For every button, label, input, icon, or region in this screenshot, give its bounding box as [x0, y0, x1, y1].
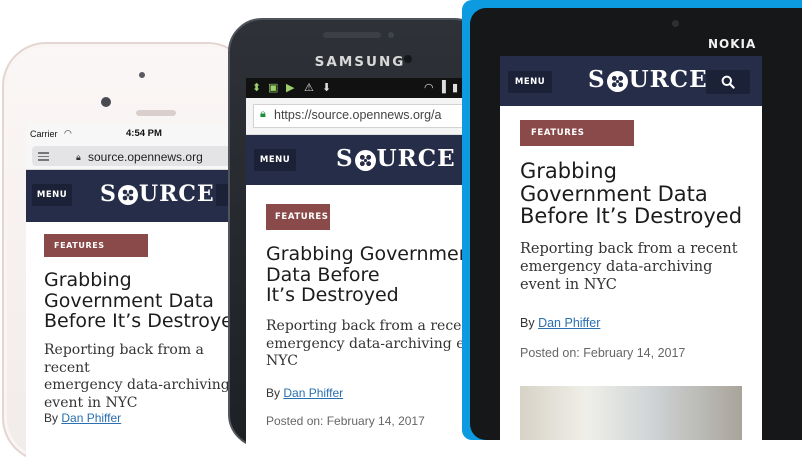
address-field[interactable]: 🔒︎ https://source.opennews.org/a: [253, 104, 469, 128]
author-link[interactable]: Dan Phiffer: [61, 411, 121, 425]
carrier-label: Carrier: [30, 129, 58, 139]
dek-line: emergency data-archiving event in: [266, 335, 476, 352]
battery-icon: ▮: [452, 82, 459, 94]
menu-button[interactable]: MENU: [508, 71, 552, 93]
dek-line: event in NYC: [44, 394, 138, 411]
status-time: 4:54 PM: [126, 128, 162, 139]
iphone-front-camera: [101, 97, 111, 107]
article-headline[interactable]: Grabbing Government Data Before It’s Des…: [266, 244, 476, 306]
features-badge[interactable]: FEATURES: [44, 234, 148, 257]
menu-button[interactable]: MENU: [32, 184, 72, 206]
dek-line: Reporting back from a recent: [266, 318, 476, 334]
logo-s: S: [588, 66, 606, 93]
search-icon: [721, 75, 735, 89]
samsung-speaker: [323, 32, 381, 38]
site-header: MENU S URCE: [26, 170, 252, 222]
dek-line: Reporting back from a recent: [44, 342, 204, 376]
article-dek: Reporting back from a recent emergency d…: [266, 318, 476, 371]
article-dek: Reporting back from a recent emergency d…: [44, 342, 252, 412]
byline: By Dan Phiffer: [520, 316, 600, 330]
logo-globe-icon: [354, 149, 376, 171]
iphone-camera-dot: [139, 72, 145, 78]
logo-rest: URCE: [628, 66, 708, 93]
posted-date: Posted on: February 14, 2017: [520, 346, 686, 360]
headline-line: Data Before: [266, 263, 380, 286]
article-headline[interactable]: Grabbing Government Data Before It’s Des…: [520, 160, 742, 228]
lock-icon: 🔒︎: [260, 108, 266, 120]
author-link[interactable]: Dan Phiffer: [538, 316, 600, 330]
media-icon: ▶: [286, 82, 295, 94]
article-card: FEATURES Grabbing Government Data Before…: [508, 108, 754, 440]
dek-line: emergency data-archiving: [520, 259, 713, 276]
site-header: MENU S URCE: [246, 135, 476, 185]
logo-globe-icon: [117, 185, 138, 205]
samsung-brand: SAMSUNG: [314, 54, 406, 70]
usb-icon: ⬍: [252, 82, 262, 94]
ios-status-bar: Carrier ◠ 4:54 PM: [26, 124, 252, 143]
samsung-device: SAMSUNG ⬍ ▣ ▶ ⚠ ⬇ ◠ ▐ ▮ 🔒︎ https://sourc…: [228, 18, 488, 450]
by-prefix: By: [266, 386, 281, 400]
dek-line: event in NYC: [520, 277, 617, 294]
search-button[interactable]: [706, 70, 750, 94]
wifi-icon: ◠: [424, 82, 434, 94]
iphone-device: Carrier ◠ 4:54 PM 🔒︎ source.opennews.org…: [2, 42, 252, 464]
article-card: FEATURES Grabbing Government Data Before…: [34, 222, 252, 464]
article-dek: Reporting back from a recent emergency d…: [520, 240, 738, 294]
logo-globe-icon: [606, 70, 628, 92]
reader-icon[interactable]: [38, 152, 49, 163]
android-address-bar[interactable]: 🔒︎ https://source.opennews.org/a: [246, 98, 476, 135]
iphone-screen: Carrier ◠ 4:54 PM 🔒︎ source.opennews.org…: [26, 124, 252, 464]
logo-rest: URCE: [138, 181, 215, 207]
headline-line: Grabbing: [520, 159, 617, 183]
headline-line: Before It’s Destroyed: [520, 204, 743, 229]
nokia-screen: MENU S URCE FEATURES Grabbing Government …: [500, 56, 762, 440]
wifi-icon: ◠: [64, 128, 72, 138]
headline-line: It’s Destroyed: [266, 284, 399, 307]
samsung-screen: ⬍ ▣ ▶ ⚠ ⬇ ◠ ▐ ▮ 🔒︎ https://source.openne…: [246, 78, 476, 450]
source-logo[interactable]: S URCE: [588, 66, 708, 93]
nokia-device: NOKIA MENU S URCE FEATURES Grabbing Gover…: [462, 0, 802, 440]
logo-s: S: [336, 145, 354, 172]
download-icon: ⬇: [322, 82, 332, 94]
author-link[interactable]: Dan Phiffer: [283, 386, 343, 400]
headline-line: Before It’s Destroyed: [44, 310, 245, 333]
headline-line: Government Data: [520, 181, 708, 206]
by-prefix: By: [44, 411, 59, 425]
article-photo[interactable]: [520, 386, 742, 440]
by-prefix: By: [520, 316, 535, 330]
headline-line: Government Data: [44, 289, 214, 312]
source-logo[interactable]: S URCE: [336, 145, 456, 172]
logo-rest: URCE: [376, 145, 456, 172]
samsung-sensor: [388, 32, 394, 38]
menu-button[interactable]: MENU: [254, 149, 296, 171]
features-badge[interactable]: FEATURES: [520, 120, 634, 146]
features-badge[interactable]: FEATURES: [266, 204, 330, 230]
dek-line: Reporting back from a recent: [520, 241, 738, 257]
dek-line: NYC: [266, 353, 298, 369]
nokia-brand: NOKIA: [708, 37, 757, 51]
url-text: https://source.opennews.org/a: [274, 108, 442, 122]
android-status-bar: ⬍ ▣ ▶ ⚠ ⬇ ◠ ▐ ▮: [246, 78, 476, 98]
address-field[interactable]: 🔒︎ source.opennews.org: [32, 146, 246, 166]
samsung-front-camera: [404, 55, 412, 63]
warning-icon: ⚠: [304, 82, 314, 94]
headline-line: Grabbing Government: [266, 243, 476, 265]
signal-icon: ▐: [438, 81, 446, 93]
byline: By Dan Phiffer: [266, 386, 343, 400]
posted-date: Posted on: February 14, 2017: [266, 414, 425, 428]
android-icon: ▣: [268, 82, 279, 94]
ios-address-bar[interactable]: 🔒︎ source.opennews.org: [26, 143, 252, 170]
article-card: FEATURES Grabbing Government Data Before…: [254, 190, 476, 450]
byline: By Dan Phiffer: [44, 411, 121, 425]
url-text: source.opennews.org: [88, 150, 203, 164]
site-header: MENU S URCE: [500, 56, 762, 106]
article-headline[interactable]: Grabbing Government Data Before It’s Des…: [44, 270, 245, 332]
headline-line: Grabbing: [44, 269, 132, 291]
lock-icon: 🔒︎: [76, 152, 81, 162]
dek-line: emergency data-archiving: [44, 377, 230, 393]
nokia-front-camera: [672, 20, 679, 27]
logo-s: S: [100, 181, 117, 207]
iphone-earpiece: [136, 110, 176, 116]
source-logo[interactable]: S URCE: [100, 181, 215, 207]
